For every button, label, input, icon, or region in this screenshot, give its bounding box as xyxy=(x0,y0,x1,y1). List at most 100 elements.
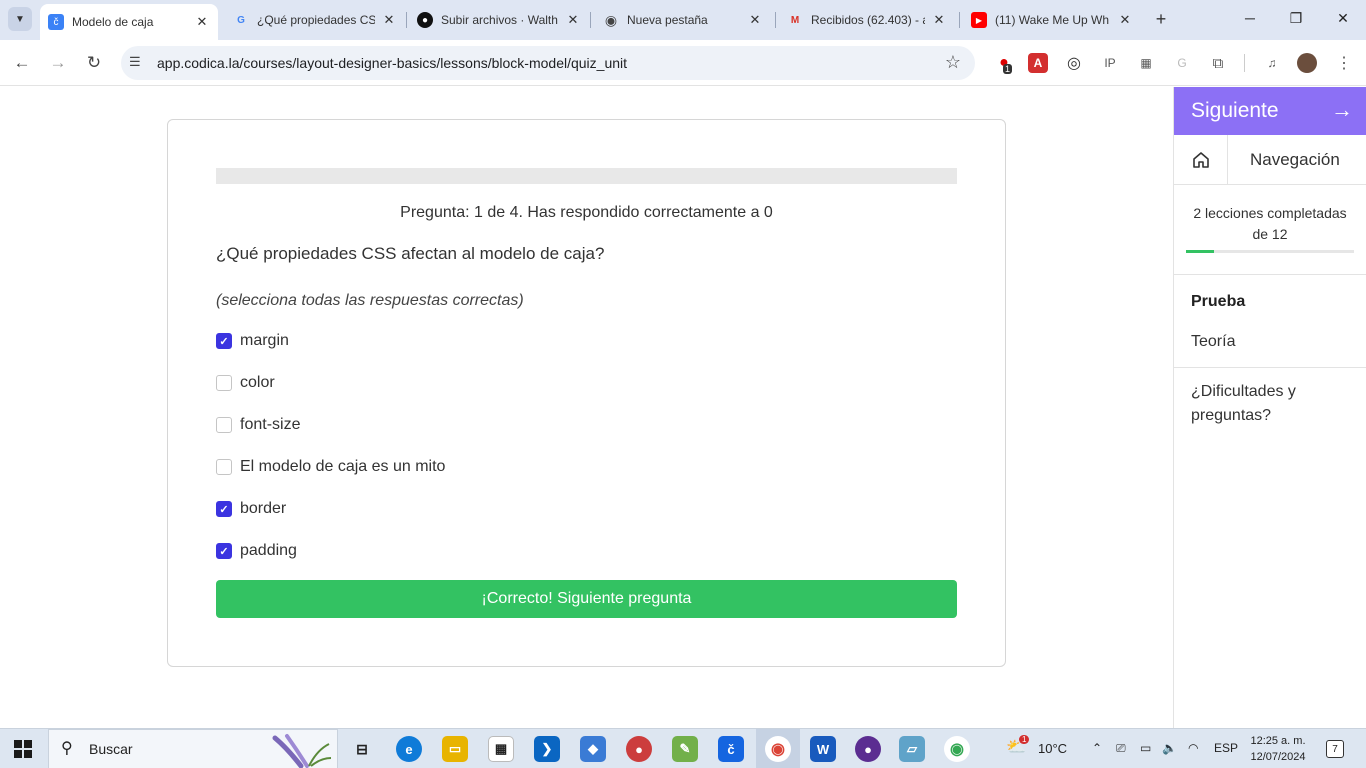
answer-checkbox[interactable] xyxy=(216,459,232,475)
git-icon[interactable]: ◆ xyxy=(580,736,606,762)
extension-icon[interactable]: ◎ xyxy=(1064,53,1084,73)
lessons-progress-bar xyxy=(1186,250,1354,253)
answer-checkbox[interactable] xyxy=(216,375,232,391)
url-text[interactable]: app.codica.la/courses/layout-designer-ba… xyxy=(157,55,627,71)
minimize-window-button[interactable]: ─ xyxy=(1240,10,1260,26)
close-tab-icon[interactable]: ✕ xyxy=(931,12,947,28)
answer-label[interactable]: padding xyxy=(240,542,297,560)
address-bar[interactable]: ☰ app.codica.la/courses/layout-designer-… xyxy=(121,46,975,80)
answer-option[interactable]: ✓ border xyxy=(216,498,286,520)
close-tab-icon[interactable]: ✕ xyxy=(194,14,210,30)
task-view-icon[interactable]: ⊟ xyxy=(349,736,375,762)
github-icon: ● xyxy=(417,12,433,28)
answer-option[interactable]: font-size xyxy=(216,414,300,436)
codica-icon: č xyxy=(48,14,64,30)
close-tab-icon[interactable]: ✕ xyxy=(565,12,581,28)
gmail-icon: M xyxy=(790,14,800,26)
clock-date: 12/07/2024 xyxy=(1250,751,1306,763)
next-question-button[interactable]: ¡Correcto! Siguiente pregunta xyxy=(216,580,957,618)
next-lesson-button[interactable]: Siguiente → xyxy=(1174,87,1366,135)
system-clock[interactable]: 12:25 a. m. 12/07/2024 xyxy=(1236,733,1320,765)
answer-option[interactable]: color xyxy=(216,372,275,394)
google-extension-icon[interactable]: G xyxy=(1172,53,1192,73)
tab-separator xyxy=(959,12,960,28)
google-icon: G xyxy=(237,14,245,26)
tab-separator xyxy=(406,12,407,28)
paint-icon[interactable]: ● xyxy=(626,736,652,762)
site-info-icon[interactable]: ☰ xyxy=(129,54,141,70)
pdf-extension-icon[interactable]: A xyxy=(1028,53,1048,73)
sidebar-item-help[interactable]: ¿Dificultades y preguntas? xyxy=(1191,380,1351,428)
edge-icon[interactable]: e xyxy=(396,736,422,762)
back-button[interactable]: ← xyxy=(11,52,33,74)
answer-label[interactable]: margin xyxy=(240,332,289,350)
close-tab-icon[interactable]: ✕ xyxy=(381,12,397,28)
notification-center-icon[interactable]: 7 xyxy=(1326,740,1344,758)
weather-temperature[interactable]: 10°C xyxy=(1038,741,1067,756)
file-explorer-icon[interactable]: ▭ xyxy=(442,736,468,762)
vscode-icon[interactable]: ❯ xyxy=(534,736,560,762)
close-tab-icon[interactable]: ✕ xyxy=(747,12,763,28)
answer-checkbox[interactable]: ✓ xyxy=(216,333,232,349)
answer-label[interactable]: color xyxy=(240,374,275,392)
profile-avatar[interactable] xyxy=(1297,53,1317,73)
navigation-link[interactable]: Navegación xyxy=(1250,150,1340,170)
meet-now-icon[interactable]: ⎚ xyxy=(1116,741,1126,756)
answer-label[interactable]: El modelo de caja es un mito xyxy=(240,458,445,476)
tab-gmail[interactable]: M Recibidos (62.403) - a ✕ xyxy=(779,6,955,34)
word-icon[interactable]: W xyxy=(810,736,836,762)
weather-badge: 1 xyxy=(1019,735,1030,744)
close-window-button[interactable]: ✕ xyxy=(1333,10,1353,27)
chrome-icon[interactable]: ◉ xyxy=(944,736,970,762)
tab-search-button[interactable]: ▼ xyxy=(8,7,32,31)
restore-window-button[interactable]: ❐ xyxy=(1286,10,1306,27)
new-tab-button[interactable]: + xyxy=(1152,9,1170,30)
toolbar-divider xyxy=(1244,54,1245,72)
home-icon xyxy=(1192,152,1209,168)
tab-github[interactable]: ● Subir archivos · Walth ✕ xyxy=(409,6,589,34)
wifi-icon[interactable]: ◠ xyxy=(1188,741,1198,755)
answer-checkbox[interactable]: ✓ xyxy=(216,501,232,517)
close-tab-icon[interactable]: ✕ xyxy=(1117,12,1133,28)
home-button[interactable] xyxy=(1174,135,1228,185)
quiz-card: Pregunta: 1 de 4. Has respondido correct… xyxy=(167,119,1006,667)
tab-youtube[interactable]: ▶ (11) Wake Me Up Wh ✕ xyxy=(963,6,1141,34)
answer-option[interactable]: El modelo de caja es un mito xyxy=(216,456,445,478)
battery-icon[interactable]: ▭ xyxy=(1140,741,1151,755)
chevron-up-icon[interactable]: ⌃ xyxy=(1092,741,1102,755)
reload-button[interactable]: ↻ xyxy=(83,52,105,74)
browser-menu-icon[interactable]: ⋮ xyxy=(1334,53,1354,73)
input-language[interactable]: ESP xyxy=(1214,741,1238,755)
question-text: ¿Qué propiedades CSS afectan al modelo d… xyxy=(216,244,605,263)
tab-new-tab[interactable]: ◉ Nueva pestaña ✕ xyxy=(595,6,771,34)
answer-option[interactable]: ✓ padding xyxy=(216,540,297,562)
extensions-puzzle-icon[interactable]: ⧉ xyxy=(1208,53,1228,73)
microsoft-store-icon[interactable]: ▦ xyxy=(488,736,514,762)
answer-checkbox[interactable] xyxy=(216,417,232,433)
answer-label[interactable]: border xyxy=(240,500,286,518)
notes-app-icon[interactable]: ▱ xyxy=(899,736,925,762)
sidebar-divider xyxy=(1174,274,1366,275)
qr-extension-icon[interactable]: ▦ xyxy=(1136,53,1156,73)
answer-label[interactable]: font-size xyxy=(240,416,300,434)
tab-google-search[interactable]: G ¿Qué propiedades CS ✕ xyxy=(225,6,405,34)
answer-checkbox[interactable]: ✓ xyxy=(216,543,232,559)
taskbar-search-placeholder: Buscar xyxy=(89,741,133,757)
windows-start-button[interactable] xyxy=(14,740,32,758)
volume-icon[interactable]: 🔈 xyxy=(1162,741,1177,755)
tools-app-icon[interactable]: ✎ xyxy=(672,736,698,762)
media-control-icon[interactable]: ♫ xyxy=(1262,53,1282,73)
answer-option[interactable]: ✓ margin xyxy=(216,330,289,352)
github-desktop-icon[interactable]: ● xyxy=(855,736,881,762)
sidebar-item-teoria[interactable]: Teoría xyxy=(1191,333,1235,351)
codica-app-icon[interactable]: č xyxy=(718,736,744,762)
bookmark-star-icon[interactable]: ☆ xyxy=(945,52,961,73)
forward-button[interactable]: → xyxy=(47,52,69,74)
tab-separator xyxy=(775,12,776,28)
chrome-icon[interactable]: ◉ xyxy=(765,736,791,762)
taskbar-search-box[interactable]: ⚲ Buscar xyxy=(48,729,338,768)
sidebar-item-prueba[interactable]: Prueba xyxy=(1191,293,1245,311)
ip-extension-icon[interactable]: IP xyxy=(1100,53,1120,73)
quiz-progress-bar xyxy=(216,168,957,184)
tab-modelo-de-caja[interactable]: č Modelo de caja ✕ xyxy=(40,4,218,40)
